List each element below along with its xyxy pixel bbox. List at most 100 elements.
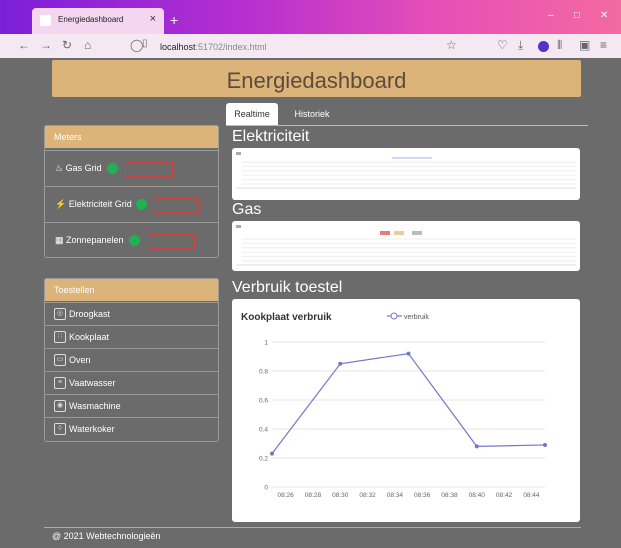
pocket-icon[interactable]: ♡ xyxy=(497,38,508,52)
meter-label: ♨ Gas Grid xyxy=(55,163,102,174)
tab-close-icon[interactable]: × xyxy=(150,13,156,25)
meters-card-title: Meters xyxy=(45,126,218,148)
reload-icon[interactable]: ↻ xyxy=(62,38,72,52)
data-point[interactable] xyxy=(474,444,479,449)
meter-label-text: Zonnepanelen xyxy=(66,235,124,245)
profile-icon[interactable] xyxy=(538,41,549,52)
section-title-elektriciteit: Elektriciteit xyxy=(232,128,310,145)
tab-realtime[interactable]: Realtime xyxy=(226,103,278,125)
gas-chart-svg xyxy=(236,225,576,266)
device-label: Kookplaat xyxy=(69,332,110,342)
status-dot xyxy=(136,199,147,210)
extension-icon[interactable]: ▣ xyxy=(579,38,590,52)
meter-row-gas[interactable]: ♨ Gas Grid xyxy=(45,150,218,187)
legend-label[interactable]: verbruik xyxy=(404,314,429,321)
home-icon[interactable]: ⌂ xyxy=(84,38,91,52)
url-bar[interactable]: localhost:51702/index.html xyxy=(160,42,267,52)
dryer-icon: ◎ xyxy=(54,308,66,320)
dishwasher-icon: ≡ xyxy=(54,377,66,389)
footer-text: @ 2021 Webtechnologieën xyxy=(52,531,161,541)
series-line xyxy=(271,352,546,455)
toestellen-card: Toestellen ◎ Droogkast ∷ Kookplaat ▭ Oven ≡… xyxy=(44,278,219,442)
status-badge xyxy=(153,198,199,213)
back-icon[interactable]: ← xyxy=(18,38,30,52)
tab-historiek[interactable]: Historiek xyxy=(284,103,340,125)
status-dot xyxy=(129,235,140,246)
verbruik-chart-card: Kookplaat verbruik verbruik 0 0.2 0.4 0.6 0.… xyxy=(232,299,580,522)
device-label: Droogkast xyxy=(69,309,111,319)
footer-divider xyxy=(44,527,581,528)
cooktop-icon: ∷ xyxy=(54,331,66,343)
y-tick-label: 0.4 xyxy=(259,427,268,434)
url-path: :51702/index.html xyxy=(195,42,267,52)
library-icon[interactable]: ⦀ xyxy=(557,38,562,53)
device-label: Wasmachine xyxy=(69,401,121,411)
x-tick-label: 08:42 xyxy=(496,492,513,499)
data-point[interactable] xyxy=(543,442,547,447)
status-dot xyxy=(107,163,118,174)
favicon-icon xyxy=(40,15,51,26)
meter-label-text: Elektriciteit Grid xyxy=(68,199,132,209)
legend-marker xyxy=(390,312,398,320)
meter-label-text: Gas Grid xyxy=(65,163,102,173)
data-point[interactable] xyxy=(338,361,343,366)
x-tick-label: 08:40 xyxy=(469,492,486,499)
x-tick-label: 08:32 xyxy=(359,492,376,499)
device-label: Vaatwasser xyxy=(69,378,116,388)
x-tick-label: 08:30 xyxy=(332,492,349,499)
y-tick-label: 0.6 xyxy=(259,398,268,405)
kettle-icon: ◊ xyxy=(54,423,66,435)
y-tick-label: 0 xyxy=(264,485,268,492)
meter-label: ▦ Zonnepanelen xyxy=(55,235,124,246)
section-title-gas: Gas xyxy=(232,201,262,218)
device-vaatwasser[interactable]: ≡ Vaatwasser xyxy=(45,371,218,394)
meter-row-elektriciteit[interactable]: ⚡ Elektriciteit Grid xyxy=(45,186,218,223)
toestellen-card-title: Toestellen xyxy=(45,279,218,301)
device-label: Waterkoker xyxy=(69,424,115,434)
data-point[interactable] xyxy=(270,451,274,456)
x-tick-label: 08:28 xyxy=(305,492,322,499)
device-waterkoker[interactable]: ◊ Waterkoker xyxy=(45,417,218,440)
flame-icon: ♨ xyxy=(55,163,66,173)
tab-title: Energiedashboard xyxy=(58,15,124,24)
x-tick-label: 08:38 xyxy=(441,492,458,499)
url-host: localhost xyxy=(160,42,196,52)
device-wasmachine[interactable]: ◉ Wasmachine xyxy=(45,394,218,417)
tab-divider xyxy=(226,125,588,126)
x-tick-label: 08:26 xyxy=(278,492,295,499)
meter-row-zonnepanelen[interactable]: ▦ Zonnepanelen xyxy=(45,222,218,259)
device-droogkast[interactable]: ◎ Droogkast xyxy=(45,302,218,325)
data-point[interactable] xyxy=(406,351,411,356)
y-tick-label: 0.8 xyxy=(259,369,268,376)
x-tick-label: 08:44 xyxy=(523,492,540,499)
bookmark-star-icon[interactable]: ☆ xyxy=(446,38,457,52)
meters-card: Meters ♨ Gas Grid ⚡ Elektriciteit Grid ▦… xyxy=(44,125,219,258)
minimize-button[interactable]: – xyxy=(548,10,554,21)
chart-title: Kookplaat verbruik xyxy=(241,312,332,323)
elektriciteit-chart xyxy=(232,148,580,200)
bolt-icon: ⚡ xyxy=(55,199,69,209)
menu-icon[interactable]: ≡ xyxy=(600,38,607,52)
close-window-button[interactable]: ✕ xyxy=(600,10,608,21)
status-badge xyxy=(125,162,173,177)
device-kookplaat[interactable]: ∷ Kookplaat xyxy=(45,325,218,348)
browser-tab[interactable]: Energiedashboard × xyxy=(32,8,164,34)
page-info-icon[interactable]: ▯ xyxy=(142,38,148,49)
washing-machine-icon: ◉ xyxy=(54,400,66,412)
status-badge xyxy=(147,234,195,249)
elektriciteit-chart-svg xyxy=(236,152,576,189)
download-icon[interactable]: ⤓ xyxy=(518,38,523,53)
solar-panel-icon: ▦ xyxy=(55,235,67,245)
device-oven[interactable]: ▭ Oven xyxy=(45,348,218,371)
oven-icon: ▭ xyxy=(54,354,66,366)
navigation-bar xyxy=(0,34,621,59)
verbruik-line-chart: Kookplaat verbruik verbruik 0 0.2 0.4 0.6 0.… xyxy=(241,312,547,499)
gas-chart xyxy=(232,221,580,271)
meter-label: ⚡ Elektriciteit Grid xyxy=(55,199,132,210)
forward-icon[interactable]: → xyxy=(40,38,52,52)
new-tab-button[interactable]: + xyxy=(170,12,178,28)
device-label: Oven xyxy=(69,355,91,365)
page-title: Energiedashboard xyxy=(226,68,407,93)
maximize-button[interactable]: □ xyxy=(574,10,580,21)
y-tick-label: 1 xyxy=(264,340,268,347)
